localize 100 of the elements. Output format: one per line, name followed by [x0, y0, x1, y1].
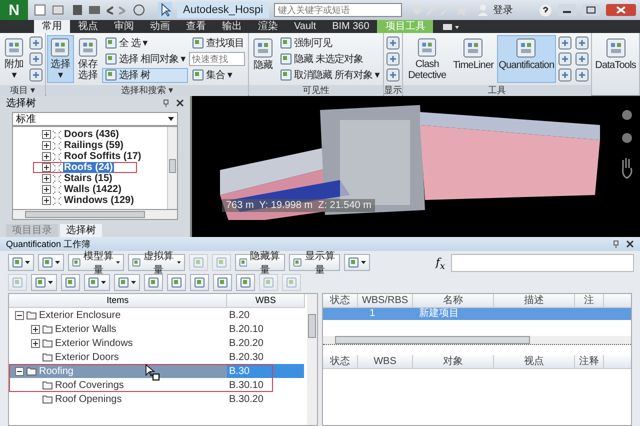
column-header[interactable]: 注释 — [575, 355, 604, 368]
tool-icon[interactable] — [385, 67, 402, 83]
tree-item[interactable]: Roofs (24) — [63, 162, 114, 173]
toolbar-button[interactable] — [38, 254, 64, 271]
maximize-icon[interactable] — [582, 4, 600, 16]
toolbar-button[interactable] — [31, 274, 57, 291]
help-icon[interactable] — [539, 4, 552, 16]
formula-field[interactable] — [451, 254, 634, 272]
ribbon-tab[interactable]: 审阅 — [106, 20, 142, 33]
tool-icon[interactable] — [557, 51, 574, 67]
ribbon-tab[interactable]: 输出 — [214, 20, 250, 33]
expand-icon[interactable] — [42, 196, 51, 205]
toolbar-button[interactable] — [84, 274, 110, 291]
expand-icon[interactable] — [31, 338, 40, 348]
column-header[interactable]: WBS — [227, 294, 305, 307]
tree-row[interactable]: Exterior Enclosure — [9, 308, 227, 322]
quick-find-field[interactable]: 快速查找 — [189, 52, 246, 66]
ribbon-button[interactable]: 选择 相同对象 ▾ — [102, 52, 188, 66]
ribbon-button[interactable]: 取消隐藏 所有对象 ▾ — [277, 68, 382, 82]
ribbon-button[interactable]: 强制可见 — [277, 36, 382, 50]
tool-icon[interactable] — [574, 51, 590, 67]
tree-item[interactable]: Walls (1422) — [63, 184, 122, 195]
column-header[interactable]: 状态 — [323, 294, 358, 307]
column-header[interactable]: 描述 — [494, 294, 575, 307]
tree-row[interactable]: Roof Openings — [9, 392, 227, 406]
column-header[interactable]: WBS/RBS — [358, 294, 413, 307]
tree-row[interactable]: Exterior Doors — [9, 350, 227, 364]
tree-item[interactable]: Doors (436) — [63, 129, 120, 140]
close-icon[interactable] — [626, 240, 634, 248]
ribbon-large-button[interactable]: Clash Detective — [404, 35, 450, 83]
panel-title[interactable]: 可见性 — [249, 85, 384, 96]
ribbon-large-button[interactable]: TimeLiner — [451, 35, 496, 83]
column-header[interactable]: WBS — [358, 355, 413, 368]
ribbon-button[interactable]: 隐藏 未选定对象 — [277, 52, 382, 66]
ribbon-large-button[interactable]: Quantification — [496, 35, 556, 83]
tool-icon[interactable] — [28, 35, 44, 51]
column-header[interactable]: 名称 — [413, 294, 494, 307]
mode-dropdown[interactable]: 标准 — [12, 112, 178, 126]
ribbon-tab[interactable]: Vault — [286, 20, 324, 33]
ribbon-tab[interactable]: 视点 — [70, 20, 106, 33]
expand-icon[interactable] — [31, 324, 40, 334]
ribbon-tab[interactable]: 动画 — [142, 20, 178, 33]
scrollbar[interactable] — [323, 336, 631, 345]
tool-icon[interactable] — [574, 35, 590, 51]
ribbon-tab[interactable]: BIM 360 — [324, 20, 378, 33]
toolbar-button[interactable] — [8, 254, 34, 271]
ribbon-button[interactable]: 选择 树 — [102, 68, 188, 82]
toolbar-button[interactable] — [190, 274, 209, 291]
ribbon-large-button[interactable]: 保存选择 — [74, 35, 102, 83]
panel-title[interactable]: 选择和搜索 ▾ — [46, 85, 248, 96]
column-header[interactable]: 视点 — [494, 355, 575, 368]
expand-icon[interactable] — [42, 174, 51, 183]
scrollbar[interactable] — [307, 294, 317, 425]
expand-icon[interactable] — [42, 141, 51, 150]
search-field[interactable]: 键入关键字或短语 — [274, 3, 402, 17]
ribbon-large-button[interactable]: 隐藏 — [250, 35, 276, 83]
toolbar-button[interactable] — [213, 274, 232, 291]
minimize-icon[interactable] — [558, 4, 576, 16]
pin-icon[interactable] — [612, 240, 620, 248]
close-icon[interactable] — [176, 99, 184, 107]
tool-icon[interactable] — [557, 35, 574, 51]
collapse-icon[interactable] — [15, 366, 24, 376]
ribbon-large-button[interactable]: 附加 ▾ — [1, 35, 27, 83]
tree-row[interactable]: Exterior Walls — [9, 322, 227, 336]
tool-icon[interactable] — [385, 51, 402, 67]
tool-icon[interactable] — [574, 67, 590, 83]
ribbon-large-button[interactable]: DataTools — [593, 35, 638, 83]
tree-item[interactable]: Roof Soffits (17) — [63, 151, 142, 162]
panel-title[interactable]: 项目 ▾ — [0, 85, 45, 96]
tree-item[interactable]: Stairs (15) — [63, 173, 114, 184]
ribbon-button[interactable]: 集合 ▾ — [189, 68, 248, 82]
toolbar-button[interactable] — [114, 274, 140, 291]
toolbar-button[interactable] — [61, 274, 80, 291]
toolbar-button[interactable] — [236, 274, 255, 291]
tree-item[interactable]: Windows (129) — [63, 195, 135, 206]
toolbar-button[interactable] — [167, 274, 186, 291]
pointer-icon[interactable] — [158, 2, 172, 18]
column-header[interactable]: 对象 — [413, 355, 494, 368]
ribbon-button[interactable]: 查找项目 — [189, 36, 248, 50]
column-header[interactable]: 注 — [575, 294, 604, 307]
panel-title[interactable]: 工具 — [403, 85, 592, 96]
scrollbar[interactable] — [12, 210, 178, 220]
tree-item[interactable]: Railings (59) — [63, 140, 124, 151]
toolbar-button[interactable] — [144, 274, 163, 291]
ribbon-large-button[interactable]: 选择 ▾ — [47, 35, 74, 83]
toolbar-button[interactable] — [344, 254, 370, 271]
camera-icon[interactable] — [443, 22, 460, 31]
expand-icon[interactable] — [42, 152, 51, 161]
tool-icon[interactable] — [28, 51, 44, 67]
column-header[interactable]: 状态 — [323, 355, 358, 368]
close-icon[interactable] — [606, 4, 636, 16]
column-header[interactable]: Items — [9, 294, 228, 307]
ribbon-button[interactable]: 全 选 ▾ — [102, 36, 188, 50]
expand-icon[interactable] — [42, 130, 51, 139]
expand-icon[interactable] — [42, 163, 51, 172]
expand-icon[interactable] — [42, 185, 51, 194]
ribbon-tab[interactable]: 渲染 — [250, 20, 286, 33]
ribbon-tab[interactable]: 常用 — [34, 20, 70, 33]
sign-in-link[interactable]: 登录 — [493, 3, 514, 17]
tree-row[interactable]: Exterior Windows — [9, 336, 227, 350]
